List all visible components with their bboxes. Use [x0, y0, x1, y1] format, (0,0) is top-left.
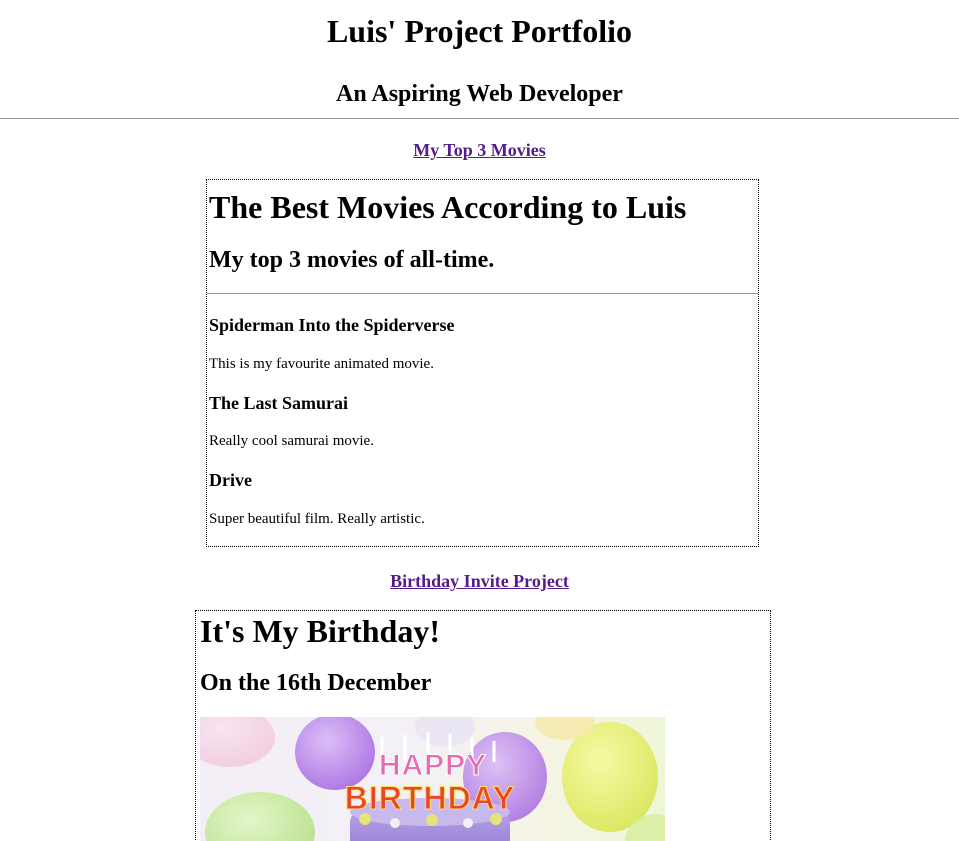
birthday-project-frame[interactable]: It's My Birthday! On the 16th December H…	[195, 610, 771, 841]
movie-description: Really cool samurai movie.	[209, 433, 374, 449]
header-divider	[0, 118, 959, 119]
portfolio-page: Luis' Project Portfolio An Aspiring Web …	[0, 0, 959, 841]
movies-page-subtitle: My top 3 movies of all-time.	[209, 247, 495, 273]
birthday-cake-image: HAPPY BIRTHDAY	[200, 717, 665, 841]
cake-text-line2: BIRTHDAY	[345, 780, 515, 816]
birthday-title: It's My Birthday!	[200, 613, 440, 649]
movie-description: Super beautiful film. Really artistic.	[209, 511, 425, 527]
movies-divider	[207, 293, 758, 294]
page-title: Luis' Project Portfolio	[326, 13, 633, 49]
birthday-date: On the 16th December	[200, 670, 432, 696]
movies-page-title: The Best Movies According to Luis	[209, 189, 687, 225]
movie-title: Spiderman Into the Spiderverse	[209, 315, 455, 335]
project-link-container-birthday: Birthday Invite Project	[0, 570, 959, 592]
birthday-invite-link[interactable]: Birthday Invite Project	[390, 571, 569, 591]
movie-description: This is my favourite animated movie.	[209, 356, 434, 372]
movie-title: Drive	[209, 470, 252, 490]
movie-title: The Last Samurai	[209, 393, 349, 413]
page-subtitle: An Aspiring Web Developer	[336, 81, 623, 107]
project-link-container-movies: My Top 3 Movies	[0, 139, 959, 161]
movies-project-frame[interactable]: The Best Movies According to Luis My top…	[206, 179, 759, 547]
cake-text-line1: HAPPY	[379, 749, 487, 782]
top-3-movies-link[interactable]: My Top 3 Movies	[413, 140, 546, 160]
